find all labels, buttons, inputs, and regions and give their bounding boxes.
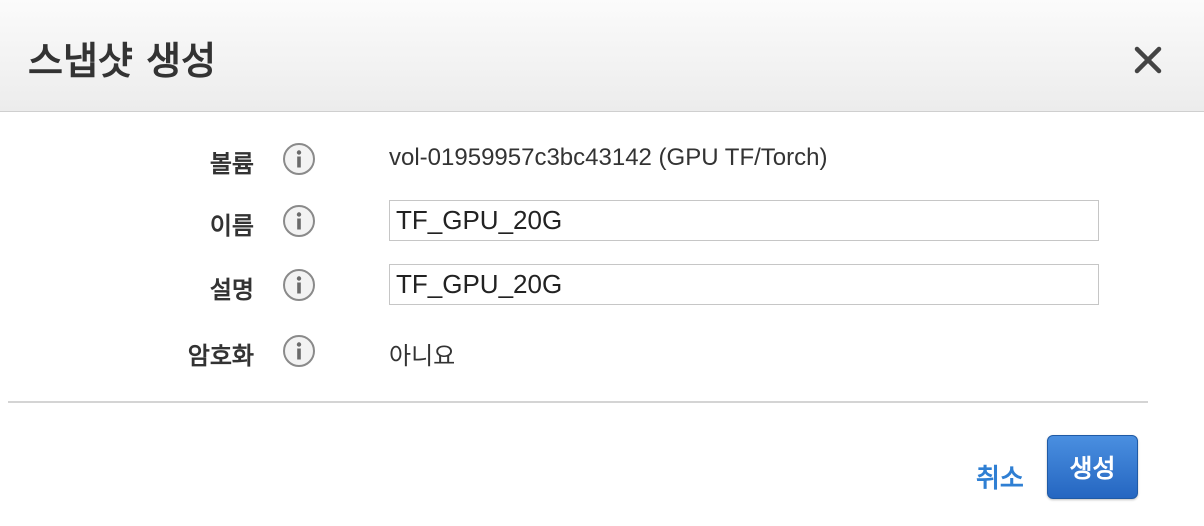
info-icon[interactable] (282, 334, 316, 368)
info-icon[interactable] (282, 268, 316, 302)
volume-row: 볼륨 vol-01959957c3bc43142 (GPU TF/Torch) (0, 134, 1204, 182)
name-label: 이름 (209, 212, 254, 240)
encryption-row: 암호화 아니요 (0, 326, 1204, 374)
info-icon[interactable] (282, 142, 316, 176)
close-icon[interactable] (1128, 40, 1168, 80)
create-button[interactable]: 생성 (1047, 435, 1138, 499)
volume-label: 볼륨 (209, 150, 254, 178)
dialog-header: 스냅샷 생성 (0, 0, 1204, 112)
encryption-value: 아니요 (389, 343, 456, 370)
encryption-label: 암호화 (187, 342, 254, 370)
volume-value: vol-01959957c3bc43142 (GPU TF/Torch) (389, 144, 828, 171)
divider (8, 401, 1148, 403)
create-snapshot-dialog: 스냅샷 생성 볼륨 vol-01959957c3bc43142 (GPU TF/… (0, 0, 1204, 526)
description-label: 설명 (209, 276, 254, 304)
description-row: 설명 (0, 260, 1204, 308)
cancel-link[interactable]: 취소 (976, 458, 1024, 495)
info-icon[interactable] (282, 204, 316, 238)
description-input[interactable] (389, 264, 1099, 305)
dialog-title: 스냅샷 생성 (28, 39, 217, 83)
name-input[interactable] (389, 200, 1099, 241)
name-row: 이름 (0, 196, 1204, 244)
